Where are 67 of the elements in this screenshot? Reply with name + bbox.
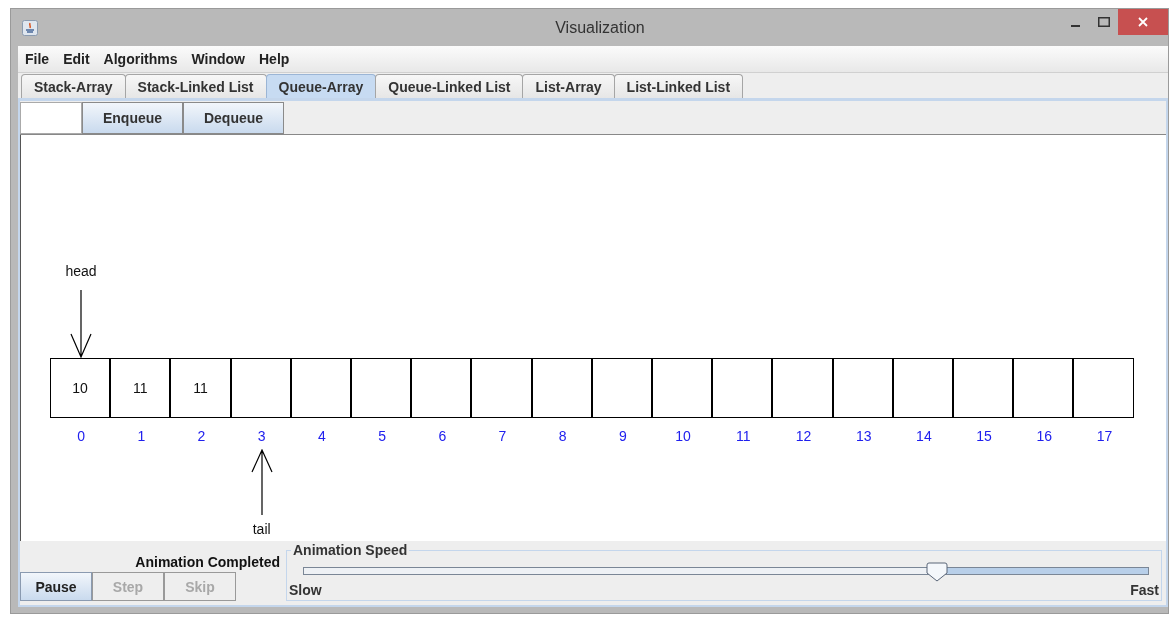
array-cell <box>892 358 953 418</box>
pointer-label: tail <box>251 521 272 537</box>
slider-max-label: Fast <box>1130 582 1159 598</box>
playback-button[interactable]: Pause <box>20 572 92 601</box>
index-label: 16 <box>1035 428 1054 444</box>
index-label: 12 <box>794 428 813 444</box>
array-cell <box>531 358 592 418</box>
menu-item[interactable]: Edit <box>56 51 97 67</box>
menu-item[interactable]: Window <box>184 51 252 67</box>
close-icon <box>1138 17 1148 27</box>
slider-min-label: Slow <box>289 582 322 598</box>
toolbar-button[interactable]: Enqueue <box>82 102 183 134</box>
menu-item[interactable]: Algorithms <box>96 51 185 67</box>
array-cell <box>411 358 472 418</box>
index-label: 8 <box>557 428 568 444</box>
index-label: 14 <box>915 428 933 444</box>
array-cell <box>351 358 412 418</box>
tab[interactable]: Stack-Array <box>21 74 126 98</box>
index-label: 5 <box>377 428 387 444</box>
status-text: Animation Completed <box>135 554 280 570</box>
array-cell <box>1013 358 1074 418</box>
value-field[interactable] <box>20 102 82 134</box>
array-cell <box>591 358 652 418</box>
index-label: 3 <box>256 428 267 444</box>
panel-title: Animation Speed <box>291 542 410 558</box>
array-cell <box>471 358 532 418</box>
index-label: 0 <box>76 428 86 444</box>
tab[interactable]: Queue-Linked List <box>375 74 524 98</box>
array-cell <box>652 358 713 418</box>
menu-item[interactable]: File <box>18 51 57 67</box>
slider-thumb[interactable] <box>926 562 948 582</box>
index-label: 2 <box>196 428 207 444</box>
index-label: 17 <box>1095 428 1114 444</box>
tab[interactable]: List-Array <box>522 74 615 98</box>
index-label: 9 <box>618 428 628 444</box>
minimize-icon <box>1071 25 1081 27</box>
index-label: 4 <box>317 428 327 444</box>
index-label: 11 <box>735 428 752 444</box>
index-label: 1 <box>136 428 147 444</box>
maximize-icon <box>1098 17 1110 27</box>
index-label: 6 <box>437 428 448 444</box>
array-cell <box>712 358 773 418</box>
index-label: 15 <box>975 428 993 444</box>
speed-slider[interactable] <box>303 563 1149 579</box>
pointer-arrow <box>70 290 93 358</box>
toolbar-button[interactable]: Dequeue <box>183 102 284 134</box>
close-button[interactable] <box>1118 9 1168 35</box>
array-cell <box>1073 358 1134 418</box>
menu-item[interactable]: Help <box>252 51 297 67</box>
index-label: 10 <box>674 428 692 444</box>
pointer-arrow <box>250 449 273 515</box>
array-cell: 11 <box>170 358 231 418</box>
array-cell <box>230 358 291 418</box>
tab[interactable]: Stack-Linked List <box>124 74 267 98</box>
index-label: 13 <box>854 428 873 444</box>
tab[interactable]: Queue-Array <box>265 74 377 98</box>
array-cell: 11 <box>110 358 171 418</box>
array-cell: 10 <box>50 358 111 418</box>
array-cell <box>290 358 351 418</box>
array-cell <box>772 358 833 418</box>
tab[interactable]: List-Linked List <box>613 74 744 98</box>
pointer-label: head <box>64 263 98 279</box>
array-cell <box>953 358 1014 418</box>
app-icon <box>22 19 38 36</box>
index-label: 7 <box>497 428 508 444</box>
window-title: Visualization <box>554 18 645 37</box>
array-cell <box>832 358 893 418</box>
